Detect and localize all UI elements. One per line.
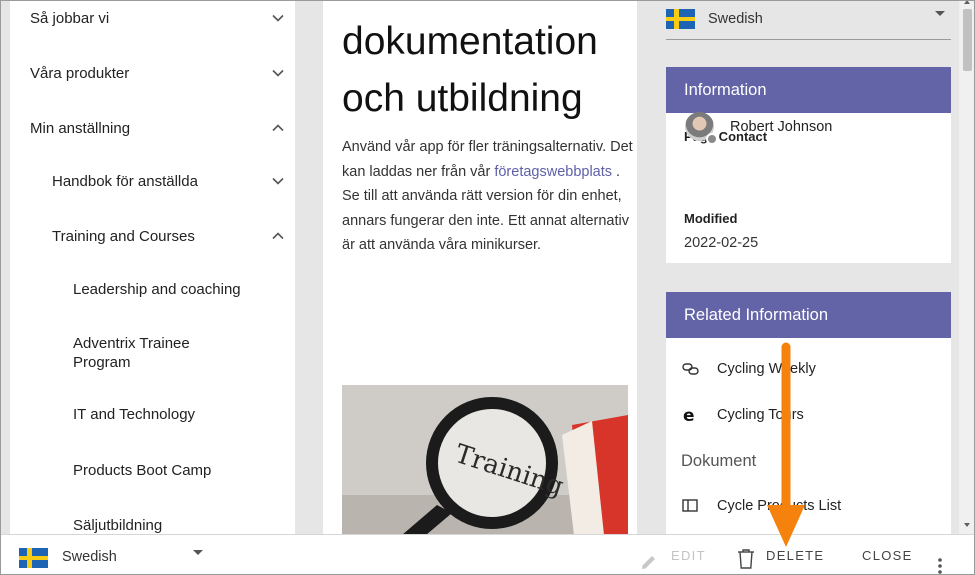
sidebar-item-adventrix-trainee[interactable]: Adventrix Trainee Program: [10, 325, 295, 375]
delete-button-label: DELETE: [766, 548, 825, 563]
caret-down-icon: [935, 11, 945, 16]
page-contact-person[interactable]: Robert Johnson: [666, 111, 951, 151]
bottom-language-value: Swedish: [62, 549, 117, 565]
sidebar-item-sa-jobbar-vi[interactable]: Så jobbar vi: [10, 1, 295, 37]
information-card: Information Page Contact Robert Johnson …: [666, 67, 951, 263]
sidebar-item-label: Products Boot Camp: [73, 462, 212, 479]
scroll-down-arrow-icon[interactable]: [964, 523, 970, 527]
sidebar-item-leadership[interactable]: Leadership and coaching: [10, 271, 295, 307]
modified-value: 2022-02-25: [684, 235, 759, 251]
vertical-scrollbar[interactable]: [959, 1, 974, 534]
information-card-title: Information: [666, 67, 951, 113]
related-information-card: Related Information Cycling Weekly e Cyc…: [666, 292, 951, 534]
related-link-cycling-weekly[interactable]: Cycling Weekly: [681, 358, 941, 382]
sweden-flag-icon: [666, 9, 695, 29]
bottom-language-select[interactable]: Swedish: [19, 535, 209, 574]
training-magnifier-image: Training: [342, 385, 628, 534]
sidebar-item-label: Handbok för anställda: [52, 173, 198, 190]
sidebar-item-label: Så jobbar vi: [30, 10, 110, 27]
more-options-button[interactable]: [931, 535, 949, 574]
sidebar-item-label: Leadership and coaching: [73, 281, 241, 298]
article-content: dokumentation och utbildning Använd vår …: [323, 1, 637, 534]
sidebar-item-products-boot-camp[interactable]: Products Boot Camp: [10, 452, 295, 488]
sidebar-item-label: Våra produkter: [30, 65, 130, 82]
related-information-title: Related Information: [666, 292, 951, 338]
document-cycle-products-list[interactable]: Cycle Products List: [681, 495, 941, 519]
sidebar-item-min-anstallning[interactable]: Min anställning: [10, 110, 295, 146]
modified-label: Modified: [684, 211, 738, 226]
more-vertical-icon: [937, 549, 943, 574]
sidebar-item-saljutbildning[interactable]: Säljutbildning: [10, 507, 295, 534]
edit-button-label: EDIT: [671, 548, 706, 563]
related-link-label: Cycling Tours: [717, 407, 804, 423]
bottom-command-bar: Swedish EDIT DELETE CLOSE: [1, 534, 974, 574]
article-body: Använd vår app för fler träningsalternat…: [342, 135, 634, 258]
app-window: Så jobbar vi Våra produkter Min anställn…: [0, 0, 975, 575]
close-button[interactable]: CLOSE: [862, 535, 913, 574]
edge-browser-icon: e: [681, 406, 701, 426]
presence-offline-icon: [706, 133, 718, 145]
related-link-cycling-tours[interactable]: e Cycling Tours: [681, 404, 941, 428]
chevron-down-icon: [271, 11, 285, 25]
scroll-up-arrow-icon[interactable]: [964, 1, 970, 4]
edit-button[interactable]: EDIT: [639, 535, 709, 574]
scrollbar-thumb[interactable]: [963, 9, 972, 71]
close-button-label: CLOSE: [862, 548, 913, 563]
sidebar-item-label: Säljutbildning: [73, 517, 163, 534]
chevron-up-icon: [271, 229, 285, 243]
language-select[interactable]: Swedish: [666, 1, 951, 40]
sidebar-item-handbok[interactable]: Handbok för anställda: [10, 163, 295, 199]
chevron-down-icon: [271, 66, 285, 80]
link-icon: [681, 360, 701, 378]
page-title: dokumentation och utbildning: [342, 20, 598, 120]
sidebar-item-label: Training and Courses: [52, 228, 195, 245]
sweden-flag-icon: [19, 548, 48, 568]
page-contact-name: Robert Johnson: [730, 119, 833, 135]
document-label: Cycle Products List: [717, 498, 842, 514]
sidebar-item-training-and-courses[interactable]: Training and Courses: [10, 218, 295, 254]
trash-icon: [737, 545, 755, 569]
sidebar-nav: Så jobbar vi Våra produkter Min anställn…: [10, 1, 295, 534]
sidebar-item-label: Min anställning: [30, 120, 131, 137]
list-view-icon: [681, 497, 701, 515]
company-website-link[interactable]: företagswebbplats: [494, 164, 612, 180]
sidebar-item-it-technology[interactable]: IT and Technology: [10, 396, 295, 432]
pencil-icon: [639, 547, 659, 569]
documents-section-title: Dokument: [681, 452, 757, 470]
related-link-label: Cycling Weekly: [717, 361, 816, 377]
caret-down-icon: [193, 550, 203, 555]
chevron-down-icon: [271, 174, 285, 188]
language-select-value: Swedish: [708, 11, 763, 27]
sidebar-item-label: IT and Technology: [73, 406, 196, 423]
sidebar-item-vara-produkter[interactable]: Våra produkter: [10, 55, 295, 91]
delete-button[interactable]: DELETE: [735, 535, 825, 574]
sidebar-item-label: Adventrix Trainee Program: [73, 335, 190, 371]
chevron-up-icon: [271, 121, 285, 135]
svg-text:e: e: [683, 406, 695, 424]
